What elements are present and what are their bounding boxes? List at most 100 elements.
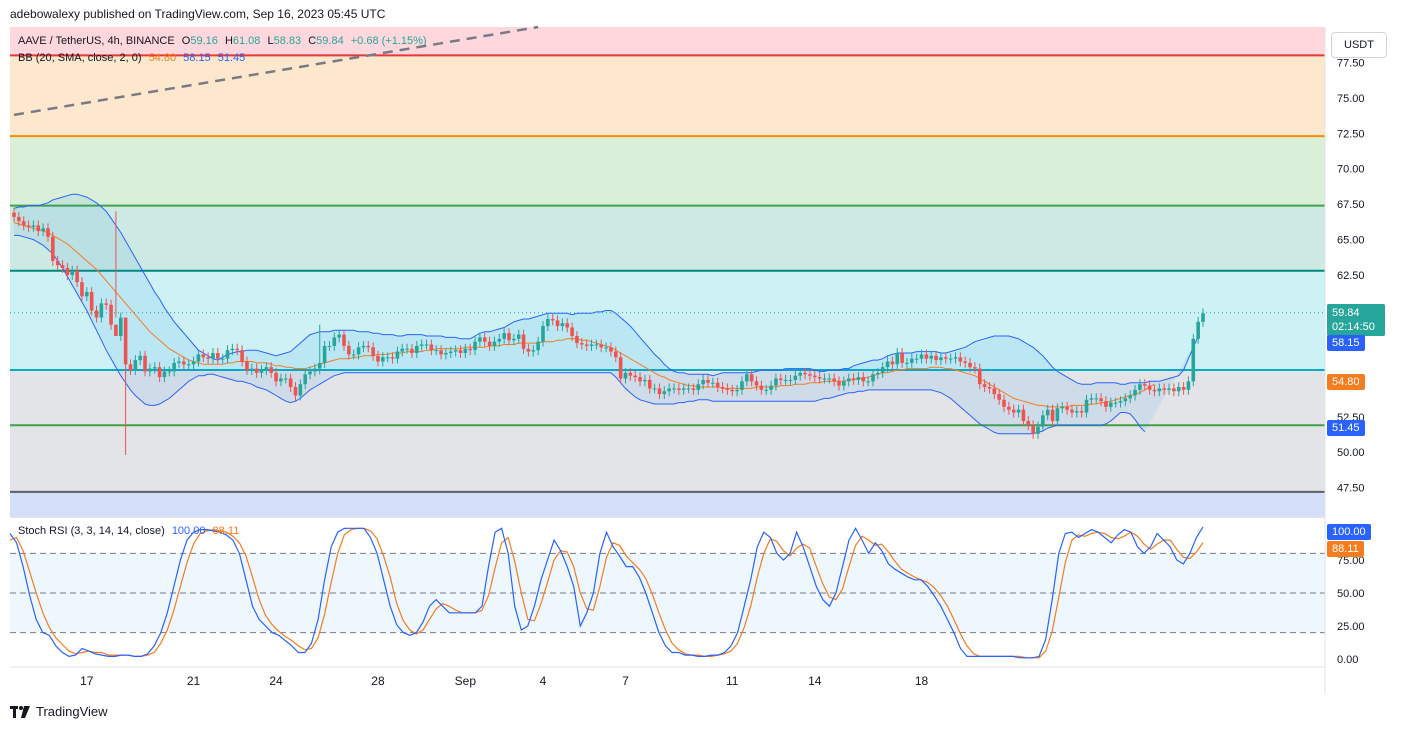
candle-body xyxy=(1162,388,1166,390)
candle-body xyxy=(322,345,327,363)
candle-body xyxy=(1079,411,1084,413)
candle-body xyxy=(536,341,540,351)
time-tick-label: 11 xyxy=(726,674,739,688)
close-value: 59.84 xyxy=(316,35,344,47)
candle-body xyxy=(332,337,337,346)
candle-body xyxy=(468,348,472,351)
bb-legend: BB (20, SMA, close, 2, 0) 54.80 58.15 51… xyxy=(18,52,249,64)
candle-body xyxy=(963,361,967,363)
candle-body xyxy=(788,379,793,381)
candle-body xyxy=(599,344,604,348)
candle-body xyxy=(696,384,701,390)
stoch-band-fill xyxy=(10,553,1325,633)
stoch-tick-label: 50.00 xyxy=(1337,588,1365,600)
candle-body xyxy=(730,389,735,392)
candle-body xyxy=(303,374,307,385)
currency-button[interactable]: USDT xyxy=(1331,32,1387,58)
candle-body xyxy=(167,371,172,373)
candle-body xyxy=(381,357,385,362)
change-value: +0.68 (+1.15%) xyxy=(350,35,427,47)
time-tick-label: 4 xyxy=(540,674,547,688)
candle-body xyxy=(405,348,409,350)
candle-body xyxy=(133,360,138,371)
stoch-tick-label: 25.00 xyxy=(1337,621,1365,633)
candle-body xyxy=(254,368,259,373)
candle-body xyxy=(667,388,671,392)
candle-body xyxy=(26,225,31,227)
candle[interactable] xyxy=(1191,333,1196,387)
candle-body xyxy=(279,378,283,382)
candle-body xyxy=(968,362,972,368)
candle-body xyxy=(866,381,870,383)
candle-body xyxy=(1036,426,1040,434)
chart-canvas[interactable]: 77.5075.0072.5070.0067.5065.0062.5052.50… xyxy=(0,0,1401,730)
candle-body xyxy=(128,364,133,371)
candle-body xyxy=(351,354,356,356)
candle-body xyxy=(109,304,113,325)
candle-body xyxy=(934,355,938,361)
candle-body xyxy=(415,345,419,353)
candle-body xyxy=(376,355,380,362)
price-zone-1 xyxy=(10,55,1325,137)
candle-body xyxy=(541,326,545,342)
candle-body xyxy=(1055,408,1060,422)
candle[interactable] xyxy=(51,231,55,266)
candle-body xyxy=(342,334,346,346)
bb-label[interactable]: BB (20, SMA, close, 2, 0) xyxy=(18,52,142,64)
candle-body xyxy=(715,382,720,388)
candle-body xyxy=(953,357,958,359)
candle-body xyxy=(822,378,827,380)
candle-body xyxy=(230,348,235,351)
symbol-label[interactable]: AAVE / TetherUS, 4h, BINANCE xyxy=(18,35,175,47)
time-tick-label: Sep xyxy=(455,674,477,688)
candle-body xyxy=(424,344,429,346)
candle-body xyxy=(604,347,608,349)
candle-body xyxy=(395,351,400,359)
candle-body xyxy=(725,388,730,390)
candle-body xyxy=(347,345,351,355)
candle-body xyxy=(706,379,710,383)
bb-basis-badge: 54.80 xyxy=(1327,374,1365,390)
candle-body xyxy=(827,378,832,380)
candle-body xyxy=(245,361,249,371)
candle-body xyxy=(453,350,458,352)
candle-body xyxy=(740,381,744,390)
candle-body xyxy=(943,357,948,359)
candle-body xyxy=(512,338,516,341)
candle-body xyxy=(662,391,667,395)
footer-brand[interactable]: TradingView xyxy=(10,704,108,719)
candle-body xyxy=(201,354,206,358)
candle-body xyxy=(482,337,487,342)
candle-body xyxy=(308,371,312,375)
candle-body xyxy=(531,350,536,352)
price-tick-label: 70.00 xyxy=(1337,164,1365,176)
candle-body xyxy=(633,375,637,378)
candle-body xyxy=(1186,381,1191,390)
candle-body xyxy=(250,368,254,371)
price-tick-label: 67.50 xyxy=(1337,199,1365,211)
candle-body xyxy=(1157,388,1162,392)
stoch-label[interactable]: Stoch RSI (3, 3, 14, 14, close) xyxy=(18,525,165,537)
candle-body xyxy=(851,378,856,380)
candle-body xyxy=(317,362,322,369)
low-label: L xyxy=(267,35,274,47)
price-tick-label: 75.00 xyxy=(1337,93,1365,105)
candle-body xyxy=(1045,409,1050,416)
candle-body xyxy=(1099,398,1103,402)
candle-body xyxy=(51,236,55,261)
candle-body xyxy=(410,348,414,353)
candle-body xyxy=(492,341,497,346)
candle-body xyxy=(939,357,943,361)
candle-body xyxy=(152,367,157,369)
candle-body xyxy=(216,353,220,359)
candle-body xyxy=(565,323,570,328)
candle-body xyxy=(337,334,341,338)
candle-body xyxy=(1075,411,1079,413)
price-zone-3 xyxy=(10,205,1325,271)
candle-body xyxy=(1152,389,1157,392)
candle-body xyxy=(832,378,836,382)
high-label: H xyxy=(224,35,233,47)
price-zone-6 xyxy=(10,491,1325,516)
stoch-d-badge: 88.11 xyxy=(1327,541,1364,557)
candle-body xyxy=(924,354,929,359)
